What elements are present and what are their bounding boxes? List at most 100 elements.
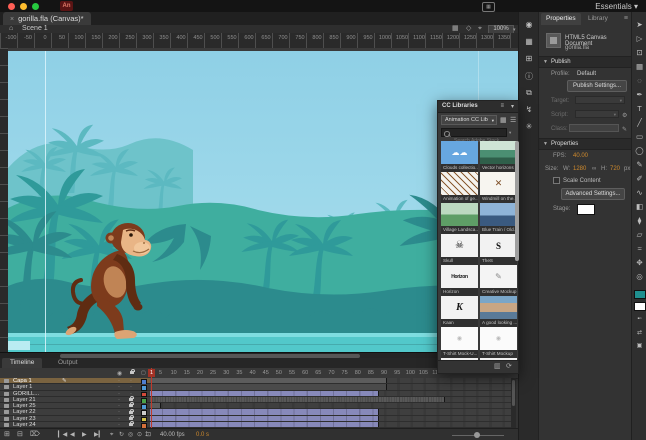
frame-span[interactable] [150, 384, 387, 389]
scale-content-checkbox[interactable] [553, 177, 560, 184]
pencil-tool[interactable]: ✎ [632, 160, 646, 169]
library-item[interactable]: ◉T-Shirt Mockup [480, 327, 517, 358]
timeline-zoom-slider[interactable] [452, 435, 504, 436]
visibility-toggle[interactable]: · [118, 403, 120, 409]
publish-settings-button[interactable]: Publish Settings... [567, 80, 627, 92]
library-select[interactable]: Animation CC Lib ▾ [441, 115, 497, 125]
default-colors-icon[interactable]: ▪▫ [632, 316, 646, 322]
script-settings-icon[interactable]: ⚙ [622, 112, 627, 119]
library-item[interactable]: Animation of ge... [441, 172, 478, 203]
lock-toggle[interactable]: · [130, 378, 132, 384]
selection-tool[interactable]: ➤ [632, 20, 646, 29]
new-folder-button[interactable]: ⊟ [17, 429, 23, 440]
library-item[interactable]: ✎Creative Mockup [480, 265, 517, 296]
search-dropdown-icon[interactable]: ▾ [509, 130, 511, 136]
outline-column-icon[interactable]: ▢ [141, 370, 146, 376]
bone-tool[interactable]: ∿ [632, 188, 646, 197]
edit-symbols-icon[interactable]: ◇ [466, 25, 471, 33]
eraser-tool[interactable]: ▱ [632, 230, 646, 239]
vertical-guide[interactable] [45, 51, 46, 352]
height-value[interactable]: 720 [610, 166, 620, 172]
transform-panel-icon[interactable]: ⧉ [519, 88, 539, 98]
brush-tool[interactable]: ✐ [632, 174, 646, 183]
new-layer-button[interactable]: ⊞ [4, 429, 10, 440]
visibility-toggle[interactable]: · [118, 422, 120, 428]
rectangle-tool[interactable]: ▭ [632, 132, 646, 141]
grid-view-icon[interactable]: ▦ [500, 116, 507, 124]
swap-colors-icon[interactable]: ⇄ [632, 329, 646, 336]
step-back-button[interactable]: ▎◀ [58, 429, 67, 440]
tab-timeline[interactable]: Timeline [2, 358, 42, 368]
library-item[interactable]: ◉T-Shirt Mock-U... [441, 327, 478, 358]
properties-section-header[interactable]: ▼Properties [539, 138, 632, 150]
camera-icon[interactable]: ▣ [632, 342, 646, 349]
panel-menu-icon[interactable]: ≡ [624, 15, 628, 22]
eyedropper-tool[interactable]: ⧫ [632, 216, 646, 225]
stage-color-swatch[interactable] [577, 204, 595, 215]
library-item[interactable]: STheS [480, 234, 517, 265]
library-item[interactable]: KKaan [441, 296, 478, 327]
playhead-frame-marker[interactable]: 1 [148, 369, 155, 377]
swatches-panel-icon[interactable]: ▦ [519, 37, 539, 46]
list-view-icon[interactable]: ☰ [510, 116, 516, 124]
frame-span[interactable] [150, 422, 379, 427]
info-panel-icon[interactable]: ⓘ [519, 71, 539, 82]
script-select[interactable]: ▾ [575, 110, 619, 118]
lock-icon[interactable] [129, 398, 133, 401]
class-edit-icon[interactable]: ✎ [622, 126, 627, 133]
library-item[interactable]: ☠Skull [441, 234, 478, 265]
align-panel-icon[interactable]: ⊞ [519, 54, 539, 63]
onion-outline-icon[interactable]: ⊙ [137, 429, 142, 440]
tab-close-icon[interactable]: × [10, 16, 14, 23]
target-select[interactable]: ▾ [575, 96, 625, 104]
delete-item-icon[interactable]: ▥ [494, 361, 501, 373]
advanced-settings-button[interactable]: Advanced Settings... [561, 188, 625, 200]
settings-panel-icon[interactable]: ✳ [519, 122, 539, 131]
code-snippets-icon[interactable]: ↯ [519, 105, 539, 114]
search-field[interactable] [441, 128, 507, 137]
visibility-toggle[interactable]: · [118, 416, 120, 422]
subselection-tool[interactable]: ▷ [632, 34, 646, 43]
library-item[interactable]: ✕Windmill on the... [480, 172, 517, 203]
lock-icon[interactable] [129, 411, 133, 414]
lock-icon[interactable] [129, 404, 133, 407]
width-value[interactable]: 1280 [573, 166, 586, 172]
slider-knob[interactable] [474, 432, 480, 438]
delete-layer-button[interactable]: ⌦ [30, 429, 40, 440]
frame-span[interactable] [150, 397, 445, 402]
oval-tool[interactable]: ◯ [632, 146, 646, 155]
close-window-button[interactable] [8, 3, 15, 10]
lock-icon[interactable] [129, 423, 133, 426]
library-item[interactable]: A good looking ... [480, 296, 517, 327]
sync-status-icon[interactable]: ⟳ [506, 361, 512, 373]
lasso-tool[interactable]: ◌ [632, 76, 646, 85]
edit-scene-icon[interactable]: ▦ [452, 25, 459, 33]
play-button[interactable]: ▶ [82, 429, 87, 440]
visibility-toggle[interactable]: · [118, 378, 120, 384]
tab-properties[interactable]: Properties [541, 13, 581, 25]
free-transform-tool[interactable]: ⊡ [632, 48, 646, 57]
gradient-transform-tool[interactable]: ▦ [632, 62, 646, 71]
zoom-tool[interactable]: ◎ [632, 272, 646, 281]
paint-bucket-tool[interactable]: ◧ [632, 202, 646, 211]
visibility-toggle[interactable]: · [118, 409, 120, 415]
back-to-scene-icon[interactable]: ⌂ [9, 25, 13, 33]
visibility-toggle[interactable]: · [118, 397, 120, 403]
line-tool[interactable]: ╱ [632, 118, 646, 127]
frame-span[interactable] [150, 416, 379, 421]
workspace-switcher[interactable]: Essentials ▾ [595, 2, 638, 11]
library-item[interactable]: Village Landsca... [441, 203, 478, 234]
timeline-vertical-scrollbar[interactable] [511, 378, 516, 428]
width-tool[interactable]: ≈ [632, 244, 646, 253]
visibility-toggle[interactable]: · [118, 384, 120, 390]
frame-rate-value[interactable]: 40.00 fps [160, 429, 185, 440]
visibility-toggle[interactable]: · [118, 391, 120, 397]
document-tab[interactable]: ×gorilla.fla (Canvas)* [3, 12, 91, 25]
lock-icon[interactable] [129, 417, 133, 420]
cc-panel-scrollbar[interactable] [515, 141, 519, 261]
center-frame-icon[interactable]: ⌖ [110, 429, 113, 440]
app-bar-icon[interactable]: ▦ [482, 2, 495, 12]
scene-breadcrumb[interactable]: Scene 1 [22, 25, 48, 33]
frame-span[interactable] [150, 378, 387, 383]
fps-value[interactable]: 40.00 [573, 153, 588, 159]
